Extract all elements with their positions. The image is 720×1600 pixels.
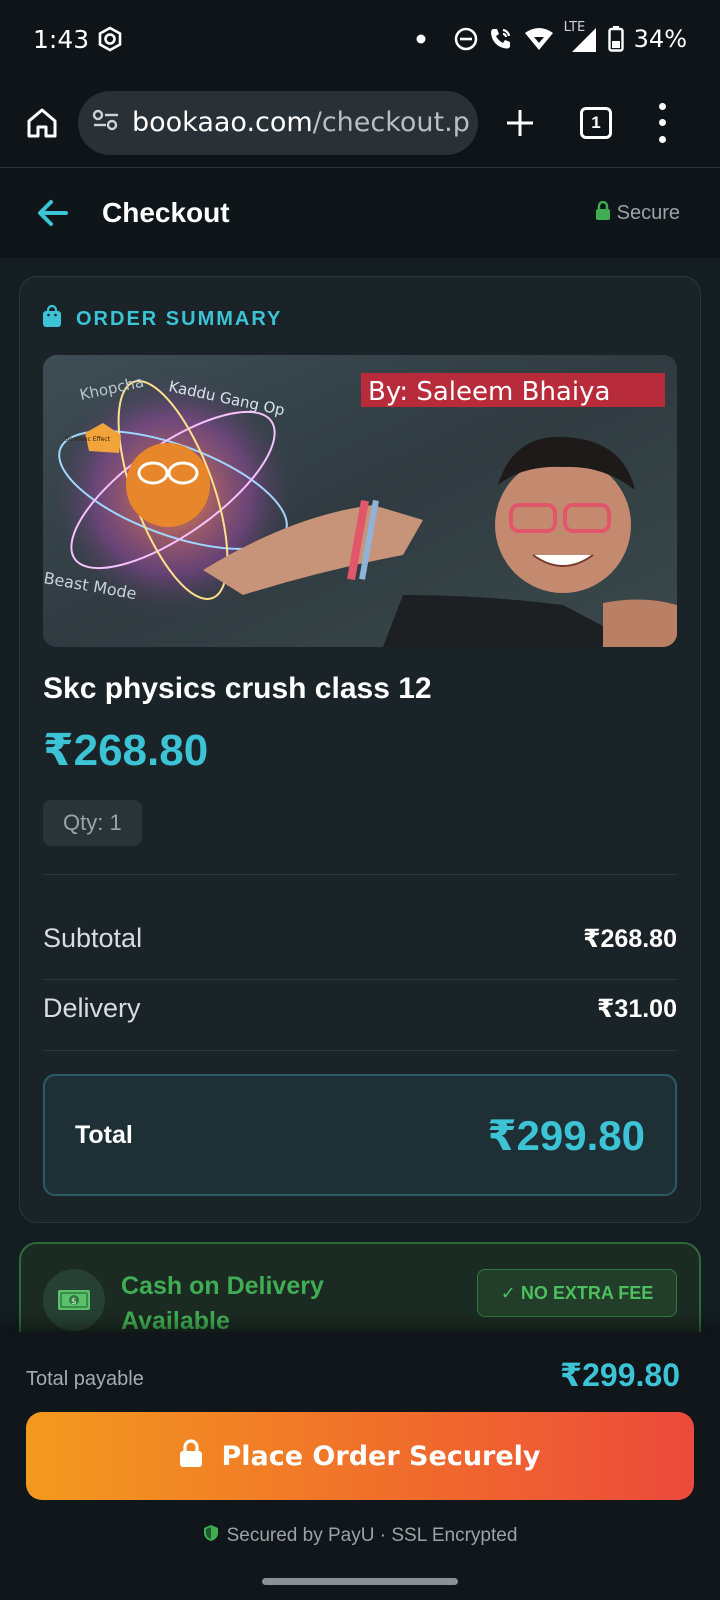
page-title: Checkout (102, 197, 230, 228)
image-text-effect: Sonnenc Effect (65, 436, 111, 443)
battery-icon (607, 26, 624, 52)
cod-text: Cash on Delivery Available (121, 1272, 324, 1335)
order-summary-heading: ORDER SUMMARY (42, 304, 283, 333)
status-icons: LTE 34% (416, 20, 687, 53)
status-time-group: 1:43 (33, 25, 123, 54)
subtotal-row: Subtotal ₹268.80 (43, 923, 677, 954)
url-host: bookaao.com (132, 107, 313, 138)
more-menu-icon[interactable] (656, 102, 668, 143)
notification-dot-icon (416, 34, 426, 44)
checkout-bottom-bar: Total payable ₹299.80 Place Order Secure… (0, 1332, 720, 1600)
site-settings-icon[interactable] (92, 108, 120, 137)
checkout-header: Checkout Secure (0, 168, 720, 258)
settings-hex-icon (97, 26, 123, 52)
cash-icon: $ (43, 1269, 105, 1331)
secure-label: Secure (616, 201, 680, 224)
product-image: Khopcha Kaddu Gang Op Beast Mode Sonnenc… (43, 355, 677, 647)
do-not-disturb-icon (454, 27, 478, 51)
total-payable-value: ₹299.80 (559, 1357, 680, 1393)
place-order-label: Place Order Securely (221, 1440, 541, 1472)
divider (43, 979, 677, 980)
shopping-bag-icon (42, 304, 62, 333)
divider (43, 1050, 677, 1051)
product-name: Skc physics crush class 12 (43, 672, 432, 705)
delivery-value: ₹31.00 (597, 994, 677, 1023)
product-price: ₹268.80 (43, 726, 209, 775)
tab-count: 1 (591, 112, 601, 132)
subtotal-value: ₹268.80 (583, 924, 677, 953)
delivery-row: Delivery ₹31.00 (43, 993, 677, 1024)
no-extra-fee-badge: ✓ NO EXTRA FEE (477, 1269, 677, 1317)
lock-icon (179, 1438, 203, 1474)
total-value: ₹299.80 (487, 1111, 645, 1159)
gesture-home-indicator[interactable] (262, 1578, 458, 1585)
image-caption: By: Saleem Bhaiya (368, 377, 610, 407)
place-order-button[interactable]: Place Order Securely (26, 1412, 694, 1500)
browser-toolbar: bookaao.com/checkout.p 1 (0, 78, 720, 168)
lock-icon (595, 200, 611, 226)
divider (43, 874, 677, 875)
shield-icon (203, 1524, 219, 1548)
order-summary-title: ORDER SUMMARY (76, 307, 283, 330)
url-path: /checkout.p (312, 107, 470, 138)
url-text[interactable]: bookaao.com/checkout.p (132, 107, 470, 138)
wifi-icon (524, 27, 554, 51)
wifi-calling-icon (488, 26, 514, 52)
secured-by-text: Secured by PayU · SSL Encrypted (226, 1525, 518, 1546)
order-summary-card: ORDER SUMMARY Khopcha Kaddu Gang Op Beas… (19, 276, 701, 1223)
total-box: Total ₹299.80 (43, 1074, 677, 1196)
signal-icon: LTE (564, 20, 598, 52)
quantity-badge: Qty: 1 (43, 800, 142, 846)
svg-text:$: $ (71, 1297, 77, 1307)
total-label: Total (75, 1120, 133, 1149)
status-time: 1:43 (33, 24, 90, 54)
tab-switcher-button[interactable]: 1 (580, 106, 612, 139)
new-tab-icon[interactable] (500, 103, 540, 143)
subtotal-label: Subtotal (43, 923, 143, 953)
battery-level: 34% (633, 25, 687, 53)
address-bar[interactable]: bookaao.com/checkout.p (78, 90, 478, 155)
secure-indicator: Secure (595, 200, 680, 226)
status-bar: 1:43 LTE 34% (0, 0, 720, 78)
back-arrow-icon[interactable] (36, 195, 72, 231)
home-icon[interactable] (22, 103, 62, 143)
total-payable-label: Total payable (26, 1368, 144, 1390)
delivery-label: Delivery (43, 993, 141, 1023)
secured-by-note: Secured by PayU · SSL Encrypted (0, 1524, 720, 1548)
